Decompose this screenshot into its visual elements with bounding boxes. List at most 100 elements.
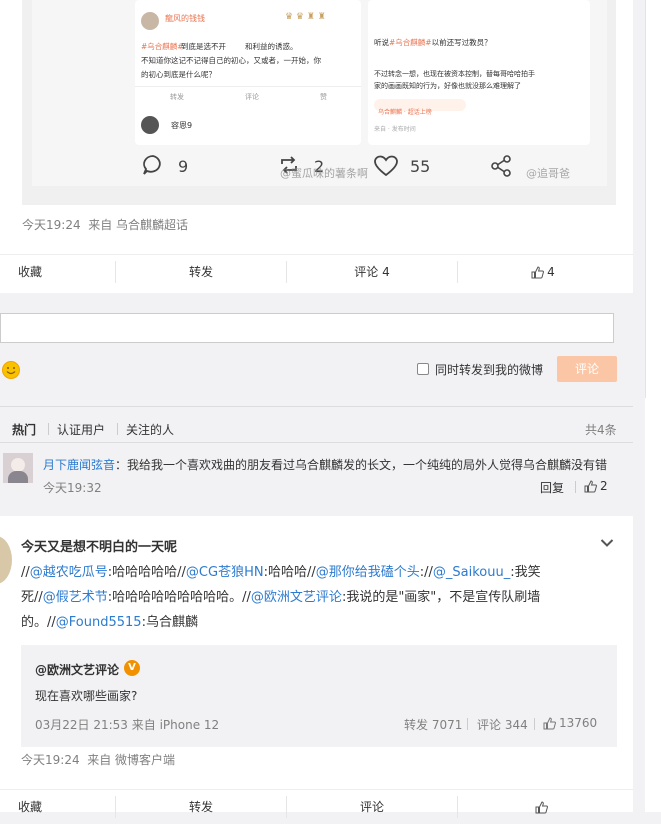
comment-input[interactable] [0,313,614,343]
text-segment: 死// [21,590,43,605]
smile-icon [2,361,20,379]
embedded-text-3: 的初心到底是什么呢？ [141,70,216,79]
comment-divider [575,481,576,493]
post-text-line: 死//@假艺术节:哈哈哈哈哈哈哈哈哈。//@欧洲文艺评论:我说的是"画家"，不是… [21,585,596,610]
like-count: 55 [410,157,431,176]
comment-icon [143,155,161,175]
mention-link[interactable]: @那你给我磕个头 [316,565,420,580]
post-card-2: 今天又是想不明白的一天呢 //@越农吃瓜号:哈哈哈哈哈//@CG苍狼HN:哈哈哈… [0,516,633,818]
watermark: @蜜瓜味的薯条啊 [280,167,368,180]
page-right-edge [645,0,661,812]
post-image[interactable]: 龍风的钱钱 ♛ ♛ ♜ ♜ #乌合麒麟# 到底是选不开 和利益的诱惑。 不知道你… [22,0,616,205]
text-segment: :乌合麒麟 [141,615,198,630]
emoji-button[interactable] [1,360,21,380]
comment-button[interactable]: 评论 4 [287,255,457,289]
quoted-divider [534,718,535,730]
text-segment: 的。// [21,615,56,630]
embedded-actions: 转发 评论 赞 [135,86,361,105]
thumbs-up-icon [535,801,548,814]
embedded-tag: #乌合麒麟# [141,42,184,51]
avatar [141,12,159,30]
tab-divider [117,423,118,435]
sync-repost-checkbox[interactable] [417,363,429,375]
avatar[interactable] [0,536,12,584]
post-author[interactable]: 今天又是想不明白的一天呢 [21,536,177,555]
embedded-card-right: 听说#乌合麒麟#以前还写过教员？ 不过转念一想，也现在被资本控制，替每哥哈哈拍手… [368,0,590,145]
comment-like-button[interactable]: 2 [584,479,608,493]
embedded-right-text-1: 听说#乌合麒麟#以前还写过教员？ [374,37,492,48]
quoted-divider [467,718,468,730]
embedded-text-1b: 和利益的诱惑。 [245,42,298,51]
comment-total: 共4条 [585,423,617,437]
repost-label: 转发 [188,265,213,279]
tab-verified[interactable]: 认证用户 [57,421,105,438]
post-meta: 今天19:24 来自 乌合麒麟超话 [22,218,189,232]
mention-link[interactable]: @欧洲文艺评论 [251,590,342,605]
mini-badge-label: 乌合麒麟 · 超话上榜 [378,109,432,116]
quoted-author[interactable]: @欧洲文艺评论 [35,661,119,678]
embedded-action-like: 赞 [320,93,327,101]
mention-link[interactable]: @_Saikouu_ [433,565,510,580]
comment-submit-label: 评论 [574,362,599,376]
embedded-right-suffix: 以前还写过教员？ [431,38,492,47]
embedded-card-left: 龍风的钱钱 ♛ ♛ ♜ ♜ #乌合麒麟# 到底是选不开 和利益的诱惑。 不知道你… [135,0,361,145]
reply-button[interactable]: 回复 [540,479,564,496]
like-label: 4 [547,265,555,279]
mention-link[interactable]: @假艺术节 [43,590,108,605]
avatar [141,116,159,134]
thumbs-up-icon [543,717,556,730]
repost-button[interactable]: 转发 [116,790,286,824]
chevron-down-icon[interactable] [600,538,614,548]
sync-repost-label: 同时转发到我的微博 [435,363,544,377]
quoted-like-count: 13760 [559,716,598,730]
favorite-button[interactable]: 收藏 [0,255,60,289]
thumbs-up-icon [584,480,597,493]
mini-badge: 乌合麒麟 · 超话上榜 [374,99,466,116]
post-text-line: //@越农吃瓜号:哈哈哈哈哈//@CG苍狼HN:哈哈哈//@那你给我磕个头://… [21,560,596,585]
text-segment: :哈哈哈哈哈// [107,565,186,580]
post-action-bar: 收藏 转发 评论 4 4 [0,254,633,289]
like-button[interactable]: 4 [458,255,628,289]
text-segment: :哈哈哈// [263,565,316,580]
embedded-text-1: 到底是选不开 [181,42,226,51]
mention-link[interactable]: @Found5515 [56,615,142,630]
tab-following[interactable]: 关注的人 [126,421,174,438]
comment-count: 9 [178,157,189,176]
comment-like-count: 2 [600,479,608,493]
embedded-right-text-3: 家的画画既知的行为，好像也就没那么难理解了 [374,82,521,90]
comment-composer: 同时转发到我的微博 评论 热门 认证用户 关注的人 共4条 月下鹿闻弦音：我给我… [0,293,633,516]
vip-badge: V [124,660,140,676]
embedded-action-comment: 评论 [245,93,259,101]
vip-badge-label: V [128,662,136,673]
repost-button[interactable]: 转发 [116,255,286,289]
embedded-right-tag: #乌合麒麟# [389,38,432,47]
tab-hot[interactable]: 热门 [12,421,36,438]
mention-link[interactable]: @CG苍狼HN [186,565,264,580]
mention-link[interactable]: @越农吃瓜号 [30,565,108,580]
share-icon [491,155,511,177]
right-column-edge [645,0,646,398]
post-image-inner: 龍风的钱钱 ♛ ♛ ♜ ♜ #乌合麒麟# 到底是选不开 和利益的诱惑。 不知道你… [32,0,607,186]
quoted-like[interactable]: 13760 [543,716,597,730]
quoted-comment[interactable]: 评论 344 [477,716,528,733]
comment-body: 月下鹿闻弦音：我给我一个喜欢戏曲的朋友看过乌合麒麟发的长文，一个纯纯的局外人觉得… [43,456,607,473]
favorite-button[interactable]: 收藏 [0,790,60,824]
comment-text: ：我给我一个喜欢戏曲的朋友看过乌合麒麟发的长文，一个纯纯的局外人觉得乌合麒麟没有… [115,458,608,472]
post-card-1: 龍风的钱钱 ♛ ♛ ♜ ♜ #乌合麒麟# 到底是选不开 和利益的诱惑。 不知道你… [0,0,633,293]
post-meta: 今天19:24 来自 微博客户端 [21,753,176,767]
heart-icon [374,155,398,177]
quoted-body: 现在喜欢哪些画家? [35,689,138,703]
comment-label: 评论 4 [354,265,390,279]
post-text-line: 的。//@Found5515:乌合麒麟 [21,610,596,635]
post-text: //@越农吃瓜号:哈哈哈哈哈//@CG苍狼HN:哈哈哈//@那你给我磕个头://… [21,560,596,635]
quoted-repost[interactable]: 转发 7071 [404,716,462,733]
comment-button[interactable]: 评论 [287,790,457,824]
quoted-post[interactable]: @欧洲文艺评论 V 现在喜欢哪些画家? 03月22日 21:53 来自 iPho… [21,645,617,747]
comment-item: 月下鹿闻弦音：我给我一个喜欢戏曲的朋友看过乌合麒麟发的长文，一个纯纯的局外人觉得… [0,443,633,503]
tab-divider [48,423,49,435]
avatar[interactable] [3,453,33,483]
like-button[interactable] [458,790,628,824]
comment-submit-button[interactable]: 评论 [557,356,617,382]
embedded-right-prefix: 听说 [374,38,389,47]
comment-user[interactable]: 月下鹿闻弦音 [43,458,115,472]
